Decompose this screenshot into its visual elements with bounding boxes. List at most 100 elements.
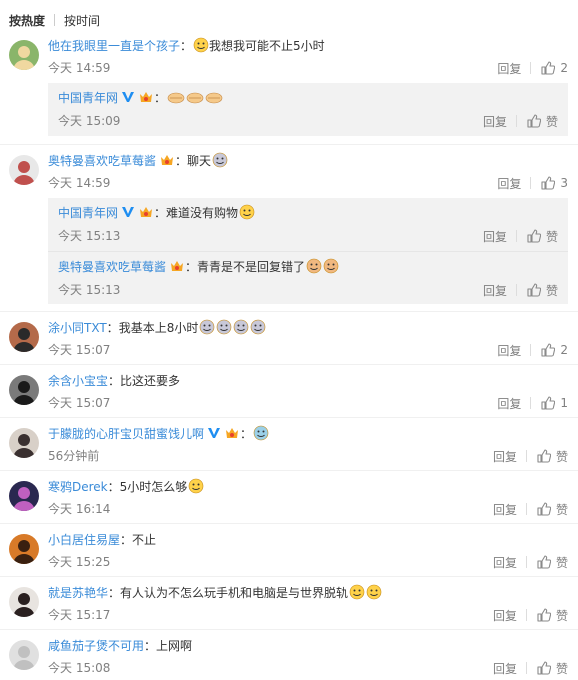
username-link[interactable]: 中国青年网 [58,206,118,220]
avatar[interactable] [9,375,39,405]
vip-crown-icon [161,155,174,165]
comment-item: 余含小宝宝：比这还要多 今天 15:07 回复 1 [0,364,578,417]
like-count: 赞 [555,555,568,570]
sort-by-hot[interactable]: 按热度 [9,12,45,29]
shy-emoji-icon [239,204,255,220]
comment-time: 56分钟前 [48,449,100,463]
username-link[interactable]: 寒鸦Derek [48,480,108,494]
avatar[interactable] [9,40,39,70]
thumbs-up-icon [541,61,556,75]
reply-thread: 中国青年网 ：难道没有购物 今天 15:13 回复赞奥特曼喜欢吃草莓酱 ：青青是不是回复… [48,198,568,304]
thumbs-up-icon [527,229,541,243]
reply-button[interactable]: 回复 [497,395,521,412]
comment-time: 今天 15:07 [48,396,111,410]
like-button[interactable]: 1 [541,396,568,410]
comment-actions: 回复 赞 [493,501,568,517]
username-link[interactable]: 小白居住易屋 [48,533,120,547]
comment-content: 余含小宝宝：比这还要多 [48,374,181,388]
like-button[interactable]: 赞 [537,554,568,571]
thumbs-up-icon [541,176,556,190]
comment-text: 5小时怎么够 [119,480,188,494]
like-button[interactable]: 赞 [527,228,558,245]
like-button[interactable]: 2 [541,61,568,75]
avatar[interactable] [9,322,39,352]
comment-content: 就是苏艳华：有人认为不怎么玩手机和电脑是与世界脱轨 [48,584,558,602]
comment-actions: 回复 赞 [483,228,558,244]
like-button[interactable]: 赞 [537,501,568,518]
like-count: 2 [560,343,568,357]
reply-button[interactable]: 回复 [497,175,521,192]
reply-thread: 中国青年网： 今天 15:09 回复 赞 [48,83,568,136]
reply-button[interactable]: 回复 [493,501,517,518]
like-count: 3 [560,176,568,190]
reply-button[interactable]: 回复 [483,282,507,299]
action-divider [525,662,527,674]
panda-emoji-icon [200,319,215,335]
comment-time: 今天 14:59 [48,61,111,75]
verified-v-icon [122,92,135,102]
thumbs-up-icon [537,555,551,569]
comment-actions: 回复 赞 [493,660,568,676]
username-link[interactable]: 中国青年网 [58,91,118,105]
reply-item: 中国青年网： 今天 15:09 回复 赞 [48,83,568,136]
reply-button[interactable]: 回复 [497,342,521,359]
comment-item: 奥特曼喜欢吃草莓酱 ：聊天 今天 14:59 回复 3 中国青年网 ：难道没有购物 今天 15… [0,144,578,311]
like-button[interactable]: 赞 [537,607,568,624]
avatar[interactable] [9,155,39,185]
comment-item: 小白居住易屋：不止 今天 15:25 回复 赞 [0,523,578,576]
sort-by-time[interactable]: 按时间 [64,12,100,29]
comment-actions: 回复 2 [497,60,568,76]
comment-actions: 回复 2 [497,342,568,358]
username-link[interactable]: 涂小同TXT [48,321,107,335]
like-button[interactable]: 3 [541,176,568,190]
reply-button[interactable]: 回复 [493,607,517,624]
reply-button[interactable]: 回复 [483,113,507,130]
comment-content: 小白居住易屋：不止 [48,533,157,547]
like-button[interactable]: 赞 [527,282,558,299]
comment-item: 于朦胧的心肝宝贝甜蜜饯儿啊： 56分钟前 回复 赞 [0,417,578,470]
like-button[interactable]: 赞 [527,113,558,130]
panda-emoji-icon [234,319,249,335]
avatar[interactable] [9,428,39,458]
username-link[interactable]: 他在我眼里一直是个孩子 [48,39,180,53]
comment-time: 今天 15:07 [48,343,111,357]
username-link[interactable]: 奥特曼喜欢吃草莓酱 [58,260,166,274]
username-link[interactable]: 咸鱼茄子煲不可用 [48,639,144,653]
username-link[interactable]: 就是苏艳华 [48,586,108,600]
like-count: 赞 [555,502,568,517]
comment-time: 今天 14:59 [48,176,111,190]
comment-actions: 回复 赞 [493,607,568,623]
thumbs-up-icon [537,608,551,622]
avatar[interactable] [9,534,39,564]
action-divider [525,609,527,621]
thumbs-up-icon [527,114,541,128]
comment-content: 寒鸦Derek：5小时怎么够 [48,478,558,496]
avatar[interactable] [9,587,39,617]
like-button[interactable]: 2 [541,343,568,357]
like-count: 赞 [555,608,568,623]
reply-button[interactable]: 回复 [483,228,507,245]
reply-time: 今天 15:13 [58,283,121,297]
username-link[interactable]: 奥特曼喜欢吃草莓酱 [48,154,156,168]
reply-button[interactable]: 回复 [493,448,517,465]
comment-item: 就是苏艳华：有人认为不怎么玩手机和电脑是与世界脱轨 今天 15:17 回复 赞 [0,576,578,629]
vip-crown-icon [171,261,184,271]
username-link[interactable]: 余含小宝宝 [48,374,108,388]
grin-emoji-icon [366,584,382,600]
reply-time: 今天 15:13 [58,229,121,243]
reply-button[interactable]: 回复 [497,60,521,77]
thumbs-up-icon [541,343,556,357]
reply-button[interactable]: 回复 [493,554,517,571]
avatar[interactable] [9,640,39,670]
like-button[interactable]: 赞 [537,448,568,465]
vip-crown-icon [140,207,153,217]
comment-actions: 回复 赞 [493,448,568,464]
action-divider [530,397,532,409]
reply-button[interactable]: 回复 [493,660,517,677]
handshake-emoji-icon [186,92,204,104]
like-button[interactable]: 赞 [537,660,568,677]
action-divider [515,284,517,296]
username-link[interactable]: 于朦胧的心肝宝贝甜蜜饯儿啊 [48,427,204,441]
avatar[interactable] [9,481,39,511]
reply-item: 中国青年网 ：难道没有购物 今天 15:13 回复 赞 [48,198,568,251]
